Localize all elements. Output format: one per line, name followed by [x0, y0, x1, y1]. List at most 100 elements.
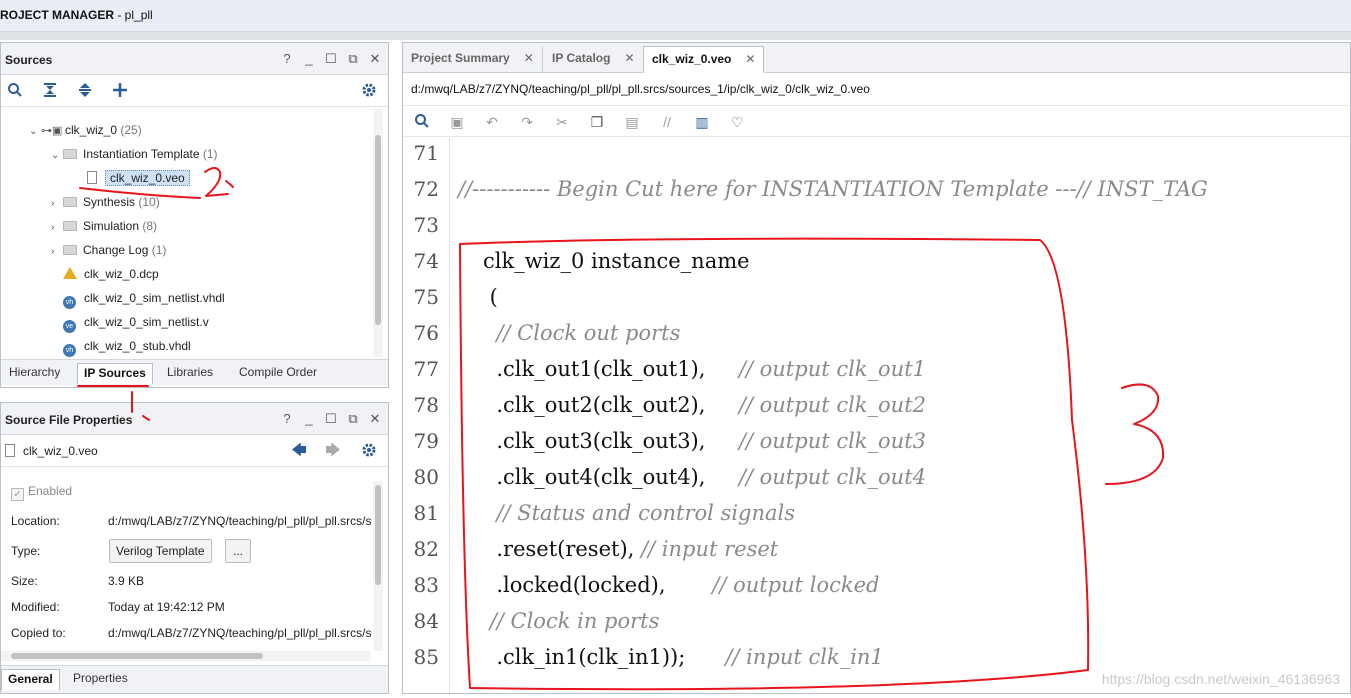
tree-item-stub-vhdl[interactable]: vh clk_wiz_0_stub.vhdl [63, 335, 191, 357]
scroll-thumb[interactable] [11, 653, 263, 659]
properties-hscrollbar[interactable] [1, 651, 371, 661]
tab-ip-catalog[interactable]: IP Catalog ✕ [544, 46, 644, 73]
sources-scrollbar[interactable] [373, 109, 383, 357]
close-icon[interactable]: ✕ [368, 411, 382, 427]
chevron-right-icon[interactable]: › [51, 217, 63, 239]
expand-all-icon[interactable] [76, 82, 94, 100]
code-comment: // Clock out ports [496, 321, 681, 345]
forward-arrow-icon[interactable]: 🡆 [324, 442, 342, 460]
code-line[interactable]: .clk_out3(clk_out3), // output clk_out3 [483, 429, 926, 453]
cut-icon[interactable]: ✂ [553, 113, 571, 131]
line-number: 85 [413, 645, 439, 669]
tab-ip-sources[interactable]: IP Sources [77, 363, 153, 384]
close-icon[interactable]: ✕ [745, 52, 755, 66]
code-text: .locked(locked), [483, 573, 713, 597]
chevron-right-icon[interactable]: › [51, 241, 63, 263]
tree-item-dcp[interactable]: clk_wiz_0.dcp [63, 263, 159, 285]
tree-item-ip[interactable]: ⌄ ⊶▣ clk_wiz_0 (25) [29, 119, 142, 141]
close-icon[interactable]: ✕ [524, 51, 534, 65]
code-line[interactable]: // Clock out ports [483, 321, 680, 345]
float-icon[interactable]: ⧉ [346, 51, 360, 67]
chevron-right-icon[interactable]: › [51, 193, 63, 215]
tree-item-synthesis[interactable]: › Synthesis (10) [51, 191, 160, 213]
enabled-checkbox[interactable]: ✓ Enabled [11, 481, 72, 501]
modified-value: Today at 19:42:12 PM [108, 600, 225, 614]
code-line[interactable]: ( [483, 285, 498, 309]
sources-header: Sources ? _ ☐ ⧉ ✕ [1, 43, 388, 75]
undo-icon[interactable]: ↶ [483, 113, 501, 131]
code-line[interactable]: // Status and control signals [483, 501, 795, 525]
add-icon[interactable] [111, 82, 129, 100]
chevron-down-icon[interactable]: ⌄ [51, 145, 63, 167]
file-path: d:/mwq/LAB/z7/ZYNQ/teaching/pl_pll/pl_pl… [411, 82, 870, 96]
tree-item-sim-vhdl[interactable]: vh clk_wiz_0_sim_netlist.vhdl [63, 287, 225, 309]
code-line[interactable]: .locked(locked), // output locked [483, 573, 879, 597]
comment-toggle-icon[interactable]: // [658, 113, 676, 131]
code-area[interactable]: 71 72 //----------- Begin Cut here for INS… [403, 139, 1350, 693]
help-icon[interactable]: ? [280, 51, 294, 67]
tab-compile-order[interactable]: Compile Order [233, 363, 323, 384]
paste-icon[interactable]: ▤ [623, 113, 641, 131]
close-icon[interactable]: ✕ [368, 51, 382, 67]
tab-general[interactable]: General [1, 669, 60, 690]
type-label: Type: [11, 544, 41, 558]
code-line[interactable]: .clk_out4(clk_out4), // output clk_out4 [483, 465, 926, 489]
properties-window-buttons: ? _ ☐ ⧉ ✕ [280, 411, 382, 427]
redo-icon[interactable]: ↷ [518, 113, 536, 131]
search-icon[interactable] [413, 113, 431, 131]
code-comment: // output clk_out1 [738, 357, 926, 381]
code-line[interactable]: // Clock in ports [483, 609, 660, 633]
save-icon[interactable]: ▣ [448, 113, 466, 131]
float-icon[interactable]: ⧉ [346, 411, 360, 427]
tree-item-veo[interactable]: clk_wiz_0.veo [87, 167, 190, 189]
tree-item-changelog[interactable]: › Change Log (1) [51, 239, 166, 261]
properties-panel: Source File Properties ? _ ☐ ⧉ ✕ clk_wiz… [0, 402, 389, 694]
maximize-icon[interactable]: ☐ [324, 51, 338, 67]
code-comment: // Status and control signals [496, 501, 796, 525]
gear-icon[interactable] [360, 442, 378, 460]
chevron-down-icon[interactable]: ⌄ [29, 121, 41, 143]
columns-icon[interactable]: ▥ [693, 113, 711, 131]
maximize-icon[interactable]: ☐ [324, 411, 338, 427]
minimize-icon[interactable]: _ [302, 51, 316, 67]
lightbulb-icon[interactable]: ♡ [728, 113, 746, 131]
gear-icon[interactable] [360, 82, 378, 100]
properties-file: clk_wiz_0.veo [5, 440, 98, 462]
editor-panel: Project Summary ✕ IP Catalog ✕ clk_wiz_0.v… [402, 42, 1351, 694]
back-arrow-icon[interactable]: 🡄 [290, 442, 308, 460]
code-line[interactable]: .clk_out2(clk_out2), // output clk_out2 [483, 393, 926, 417]
code-text: ( [483, 285, 498, 309]
code-line[interactable]: .clk_out1(clk_out1), // output clk_out1 [483, 357, 926, 381]
tab-libraries[interactable]: Libraries [161, 363, 219, 384]
tree-item-instantiation-template[interactable]: ⌄ Instantiation Template (1) [51, 143, 218, 165]
search-icon[interactable] [6, 82, 24, 100]
minimize-icon[interactable]: _ [302, 411, 316, 427]
properties-header: Source File Properties ? _ ☐ ⧉ ✕ [1, 403, 388, 435]
selected-file-label[interactable]: clk_wiz_0.veo [105, 170, 190, 186]
checkbox-icon[interactable]: ✓ [11, 488, 24, 501]
help-icon[interactable]: ? [280, 411, 294, 427]
tree-item-simulation[interactable]: › Simulation (8) [51, 215, 157, 237]
panel-gap [0, 32, 1351, 40]
code-line[interactable]: .reset(reset), // input reset [483, 537, 778, 561]
line-number: 83 [413, 573, 439, 597]
collapse-all-icon[interactable] [41, 82, 59, 100]
close-icon[interactable]: ✕ [624, 51, 634, 65]
properties-vscrollbar[interactable] [373, 481, 383, 651]
code-line[interactable]: //----------- Begin Cut here for INSTANT… [458, 177, 1208, 201]
code-line[interactable]: .clk_in1(clk_in1)); // input clk_in1 [483, 645, 883, 669]
window-title: ROJECT MANAGER - pl_pll [0, 8, 153, 22]
tree-item-sim-v[interactable]: ve clk_wiz_0_sim_netlist.v [63, 311, 209, 333]
tab-properties[interactable]: Properties [67, 669, 134, 690]
type-button[interactable]: Verilog Template [109, 539, 212, 563]
copy-icon[interactable]: ❐ [588, 113, 606, 131]
code-line[interactable]: clk_wiz_0 instance_name [483, 249, 750, 273]
scroll-thumb[interactable] [375, 135, 381, 325]
tab-hierarchy[interactable]: Hierarchy [3, 363, 66, 384]
tab-clk-wiz-veo[interactable]: clk_wiz_0.veo ✕ [643, 46, 765, 73]
type-more-button[interactable]: ... [225, 539, 251, 563]
scroll-thumb[interactable] [375, 485, 381, 585]
tab-project-summary[interactable]: Project Summary ✕ [403, 46, 543, 73]
